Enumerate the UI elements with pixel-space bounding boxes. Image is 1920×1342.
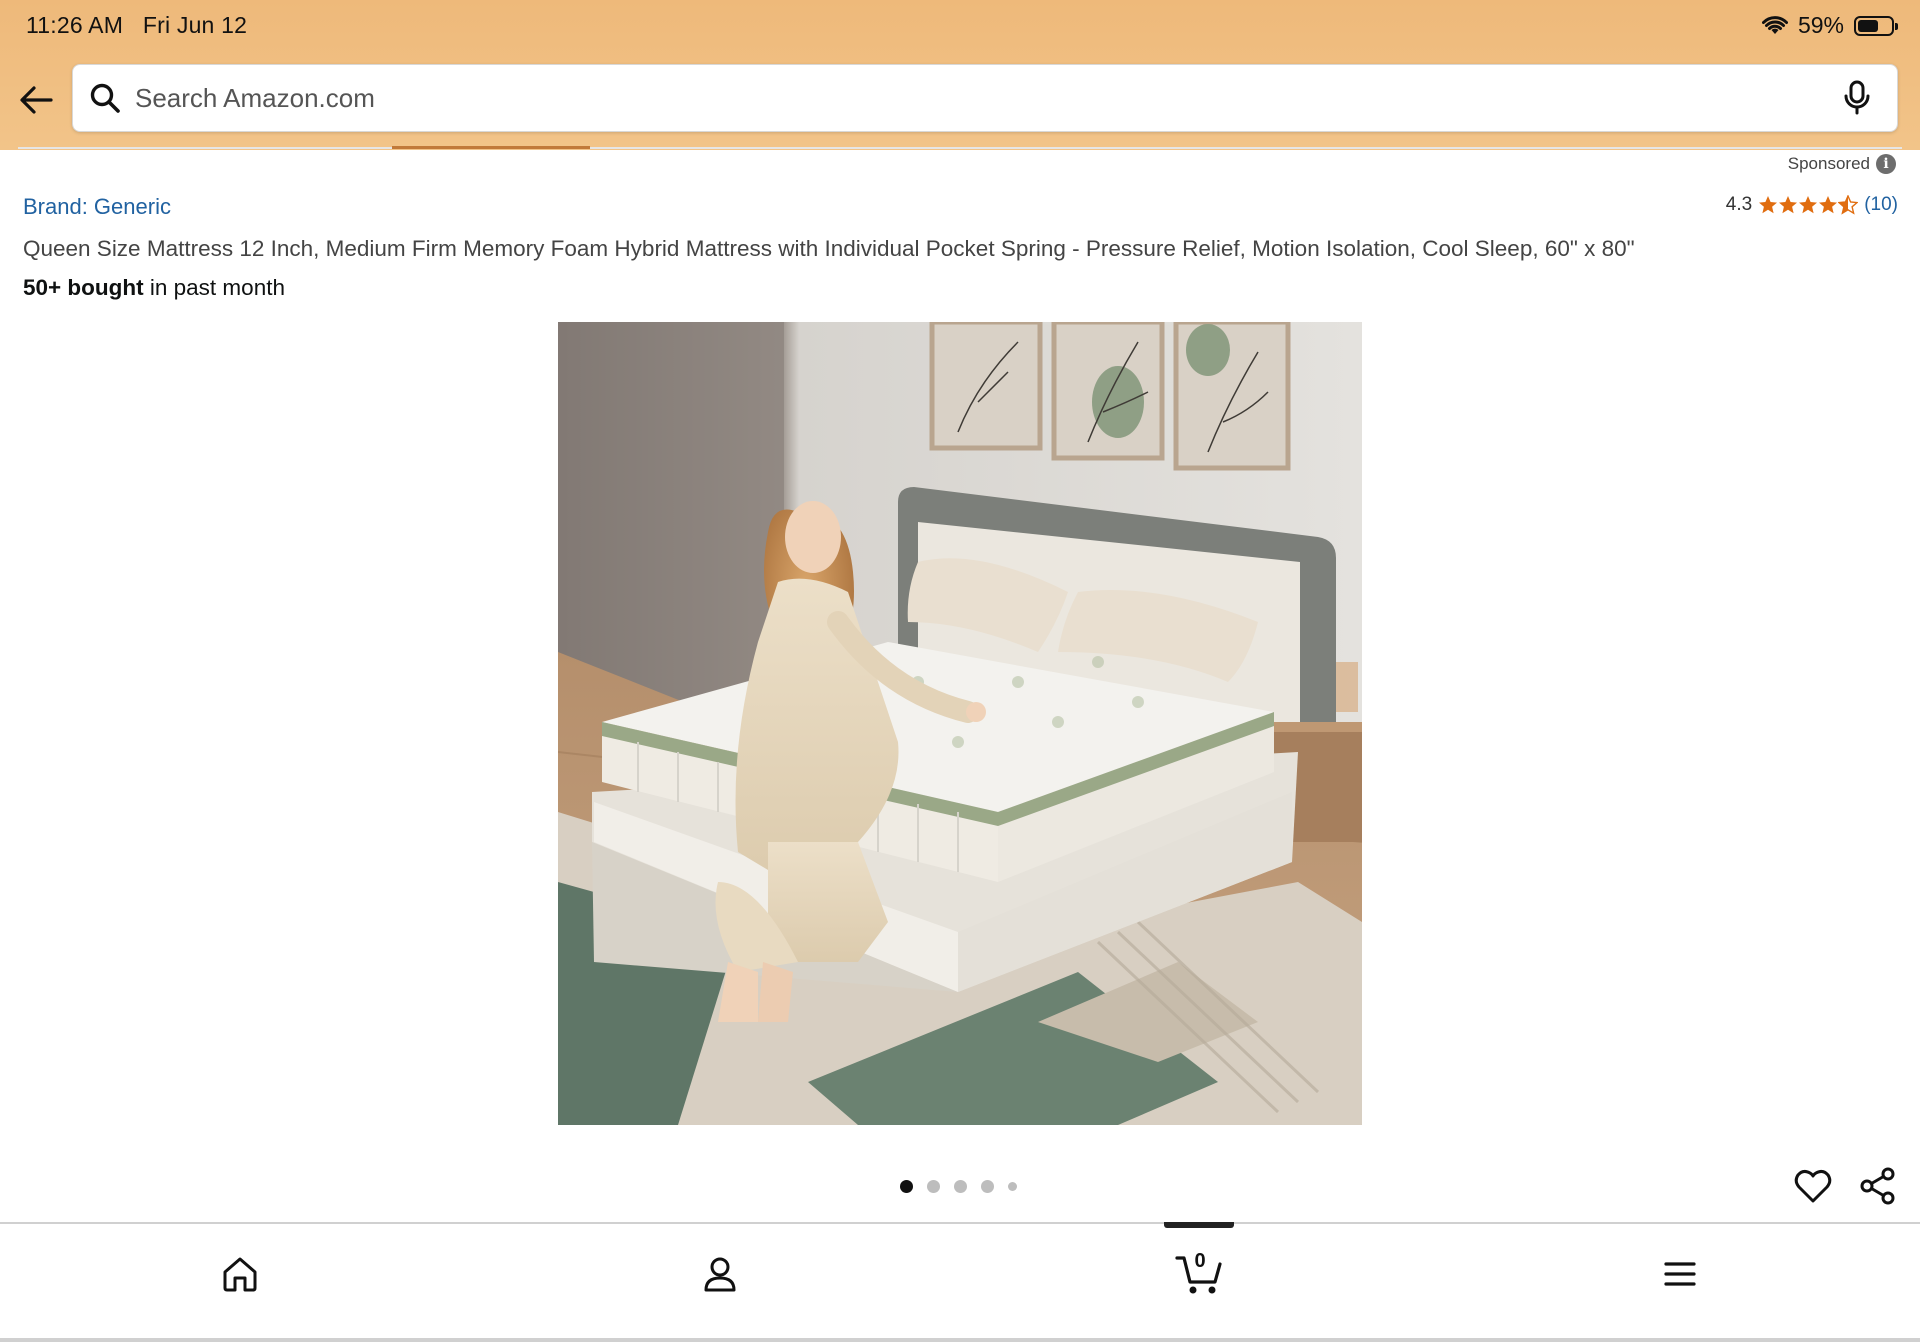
rating-summary[interactable]: 4.3 (10) — [1726, 194, 1898, 216]
menu-icon — [1664, 1262, 1696, 1286]
clock-date: Fri Jun 12 — [142, 12, 248, 38]
tab-strip — [0, 142, 1920, 150]
brand-link[interactable]: Brand: Generic — [23, 194, 171, 220]
carousel-dot-3[interactable] — [954, 1180, 967, 1193]
rating-count-link[interactable]: (10) — [1864, 194, 1898, 216]
nav-menu[interactable] — [1650, 1244, 1710, 1304]
cart-count: 0 — [1194, 1250, 1206, 1272]
battery-icon — [1854, 15, 1898, 36]
rating-value: 4.3 — [1725, 194, 1753, 215]
star-half-icon — [1838, 195, 1859, 215]
home-icon — [223, 1257, 257, 1292]
sponsored-text: Sponsored — [1787, 154, 1870, 173]
star-full-icon — [1759, 196, 1778, 214]
nav-account[interactable] — [690, 1244, 750, 1304]
cart-active-indicator — [1164, 1222, 1234, 1228]
status-time: 11:26 AM Fri Jun 12 — [26, 12, 247, 39]
carousel-dot-1[interactable] — [900, 1180, 913, 1193]
clock-time: 11:26 AM — [26, 12, 124, 38]
share-icon — [1860, 1167, 1895, 1205]
carousel-dot-4[interactable] — [981, 1180, 994, 1193]
heart-icon — [1794, 1169, 1832, 1203]
arrow-left-icon — [20, 86, 53, 114]
sponsored-label[interactable]: Sponsored i — [1788, 154, 1896, 174]
purchase-count-suffix: in past month — [143, 275, 285, 300]
microphone-icon[interactable] — [1837, 78, 1877, 118]
nav-cart[interactable]: 0 — [1170, 1244, 1230, 1304]
star-full-icon — [1819, 196, 1838, 214]
image-carousel-dots[interactable] — [900, 1180, 1017, 1193]
mattress-photo — [558, 322, 1362, 1125]
tab-active-indicator — [392, 146, 590, 149]
battery-percent: 59% — [1797, 12, 1844, 38]
wishlist-button[interactable] — [1793, 1166, 1833, 1206]
status-bar: 11:26 AM Fri Jun 12 59% — [0, 0, 1920, 52]
star-full-icon — [1799, 196, 1818, 214]
user-icon — [704, 1257, 736, 1292]
carousel-dot-5[interactable] — [1008, 1182, 1017, 1191]
status-indicators: 59% — [1761, 12, 1898, 39]
purchase-count-strong: 50+ bought — [23, 275, 144, 300]
carousel-dot-2[interactable] — [927, 1180, 940, 1193]
back-button[interactable] — [14, 78, 58, 122]
purchase-count: 50+ bought in past month — [23, 275, 285, 301]
share-button[interactable] — [1858, 1166, 1898, 1206]
star-full-icon — [1779, 196, 1798, 214]
bottom-divider — [0, 1338, 1920, 1342]
app-header: 11:26 AM Fri Jun 12 59% — [0, 0, 1920, 150]
search-bar[interactable] — [72, 64, 1898, 132]
info-icon[interactable]: i — [1876, 154, 1896, 174]
tab-divider — [18, 147, 1902, 149]
star-rating — [1758, 195, 1859, 215]
search-input[interactable] — [135, 82, 1837, 114]
product-image[interactable] — [558, 322, 1362, 1125]
product-title: Queen Size Mattress 12 Inch, Medium Firm… — [23, 236, 1635, 261]
wifi-icon — [1761, 15, 1788, 34]
search-icon — [87, 80, 123, 116]
bottom-navigation: 0 — [0, 1222, 1920, 1342]
nav-home[interactable] — [210, 1244, 270, 1304]
